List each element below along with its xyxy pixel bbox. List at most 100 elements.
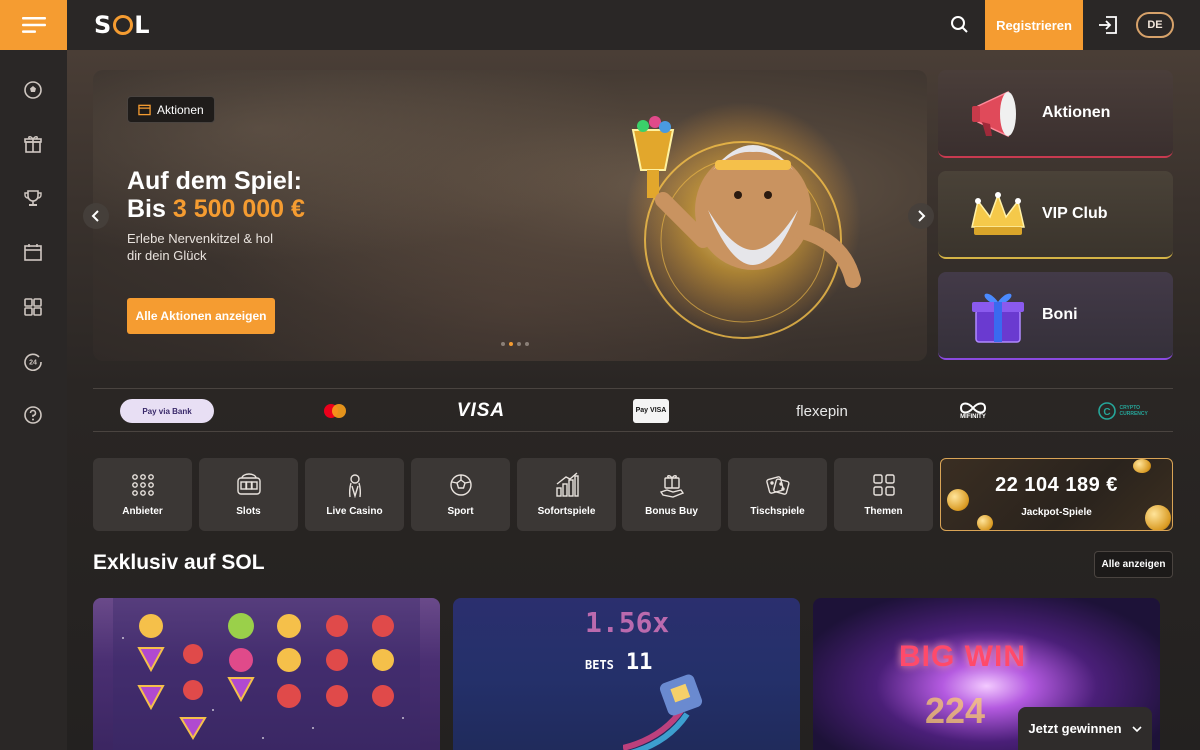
- slide-dot[interactable]: [525, 342, 529, 346]
- hero-title-prefix: Bis: [127, 195, 166, 223]
- infinity-icon: [959, 402, 987, 414]
- login-icon: [1099, 16, 1117, 34]
- hero-banner: Aktionen Auf dem Spiel: Bis 3 500 000 € …: [93, 70, 927, 361]
- sidebar-item-help[interactable]: [22, 404, 44, 426]
- slots-icon: [236, 473, 261, 495]
- win-now-button[interactable]: Jetzt gewinnen: [1018, 707, 1152, 750]
- help-icon: [24, 406, 42, 424]
- slide-indicators: [501, 342, 529, 346]
- crypto-logo: C CRYPTO CURRENCY: [1095, 399, 1149, 423]
- hero-title-amount: 3 500 000 €: [172, 195, 305, 223]
- hero-next-button[interactable]: [908, 203, 934, 229]
- category-themen[interactable]: Themen: [834, 458, 933, 531]
- chevron-right-icon: [918, 210, 926, 222]
- top-header: SL Registrieren DE: [67, 0, 1200, 50]
- promo-card-boni[interactable]: Boni: [938, 272, 1173, 360]
- search-icon: [951, 16, 968, 33]
- crypto-text: CRYPTO CURRENCY: [1119, 405, 1148, 417]
- hero-badge: Aktionen: [127, 96, 215, 123]
- game-card[interactable]: [93, 598, 440, 750]
- hero-prev-button[interactable]: [83, 203, 109, 229]
- show-all-button[interactable]: Alle anzeigen: [1094, 551, 1173, 578]
- search-button[interactable]: [949, 14, 971, 36]
- svg-text:C: C: [1103, 407, 1110, 418]
- sidebar-item-gifts[interactable]: [22, 133, 44, 155]
- category-label: Live Casino: [326, 506, 383, 517]
- category-label: Anbieter: [122, 506, 163, 517]
- promo-card-vip-club[interactable]: VIP Club: [938, 171, 1173, 259]
- game-big-win-text: BIG WIN: [899, 640, 1026, 673]
- category-bonus-buy[interactable]: Bonus Buy: [622, 458, 721, 531]
- category-label: Themen: [864, 506, 903, 517]
- hero-badge-label: Aktionen: [157, 102, 204, 117]
- slide-dot[interactable]: [501, 342, 505, 346]
- hero-subtitle: Erlebe Nervenkitzel & hol dir dein Glück: [127, 231, 273, 263]
- slide-dot[interactable]: [517, 342, 521, 346]
- chevron-down-icon: [1132, 725, 1142, 732]
- mastercard-icon: [324, 404, 346, 418]
- mifinity-logo: MIFINITY: [955, 399, 991, 423]
- chevron-left-icon: [91, 210, 99, 222]
- category-anbieter[interactable]: Anbieter: [93, 458, 192, 531]
- register-button[interactable]: Registrieren: [985, 0, 1083, 50]
- game-card[interactable]: 1.56x BETS 11: [453, 598, 800, 750]
- game-big-win-number: 224: [925, 690, 986, 731]
- gift-icon: [24, 136, 42, 153]
- megaphone-icon: [972, 90, 1016, 138]
- jackpot-label: Jackpot-Spiele: [1021, 507, 1092, 518]
- soccer-icon: [24, 81, 42, 99]
- category-tischspiele[interactable]: Tischspiele: [728, 458, 827, 531]
- hero-title: Auf dem Spiel: Bis 3 500 000 €: [127, 167, 305, 223]
- login-button[interactable]: [1096, 13, 1120, 37]
- promo-card-aktionen[interactable]: Aktionen: [938, 70, 1173, 158]
- sidebar-item-tournaments[interactable]: [22, 187, 44, 209]
- sidebar-item-calendar[interactable]: [22, 241, 44, 263]
- promo-label-aktionen: Aktionen: [1042, 104, 1111, 121]
- slide-dot-active[interactable]: [509, 342, 513, 346]
- promo-label-boni: Boni: [1042, 306, 1078, 323]
- pay-via-bank-logo: Pay via Bank: [120, 399, 214, 423]
- zeus-illustration: [625, 102, 861, 339]
- crown-icon: [971, 192, 1025, 235]
- sidebar-item-sport[interactable]: [22, 79, 44, 101]
- category-slots[interactable]: Slots: [199, 458, 298, 531]
- hero-title-line1: Auf dem Spiel:: [127, 167, 303, 195]
- bonus-buy-icon: [659, 475, 684, 498]
- support-24-icon: 24: [24, 353, 42, 371]
- hero-cta-button[interactable]: Alle Aktionen anzeigen: [127, 298, 275, 334]
- sidebar-item-categories[interactable]: [22, 296, 44, 318]
- calendar-icon: [24, 244, 42, 261]
- grid-icon: [24, 298, 42, 316]
- sport-icon: [449, 474, 472, 496]
- sidebar-item-support[interactable]: 24: [22, 350, 44, 372]
- visa-logo: VISA: [456, 400, 506, 421]
- mastercard-logo: [320, 399, 350, 423]
- hamburger-icon: [21, 17, 46, 33]
- promo-label-vip-club: VIP Club: [1042, 205, 1108, 222]
- logo-letter-s: S: [94, 11, 113, 39]
- menu-button[interactable]: [0, 0, 67, 50]
- jackpot-tile[interactable]: 22 104 189 € Jackpot-Spiele: [940, 458, 1173, 531]
- mifinity-text: MIFINITY: [960, 414, 986, 420]
- gift-box-icon: [972, 293, 1024, 343]
- category-live-casino[interactable]: Live Casino: [305, 458, 404, 531]
- logo-sun-icon: [113, 15, 134, 35]
- section-title: Exklusiv auf SOL: [93, 551, 265, 574]
- category-label: Sport: [447, 506, 474, 517]
- game-bets-label: BETS: [585, 658, 614, 672]
- win-now-label: Jetzt gewinnen: [1028, 721, 1122, 736]
- instant-games-icon: [555, 472, 579, 497]
- game-multiplier: 1.56x: [585, 606, 670, 639]
- crypto-coin-icon: C: [1097, 402, 1116, 420]
- sol-logo[interactable]: SL: [94, 11, 151, 39]
- category-label: Slots: [236, 506, 261, 517]
- svg-text:24: 24: [29, 360, 37, 367]
- gem-slot-art: [113, 598, 420, 750]
- calendar-icon: [138, 104, 151, 116]
- rocket-cat-art: [623, 674, 703, 750]
- language-selector[interactable]: DE: [1136, 12, 1174, 38]
- category-sofortspiele[interactable]: Sofortspiele: [517, 458, 616, 531]
- trophy-icon: [24, 190, 42, 206]
- category-sport[interactable]: Sport: [411, 458, 510, 531]
- category-label: Tischspiele: [750, 506, 805, 517]
